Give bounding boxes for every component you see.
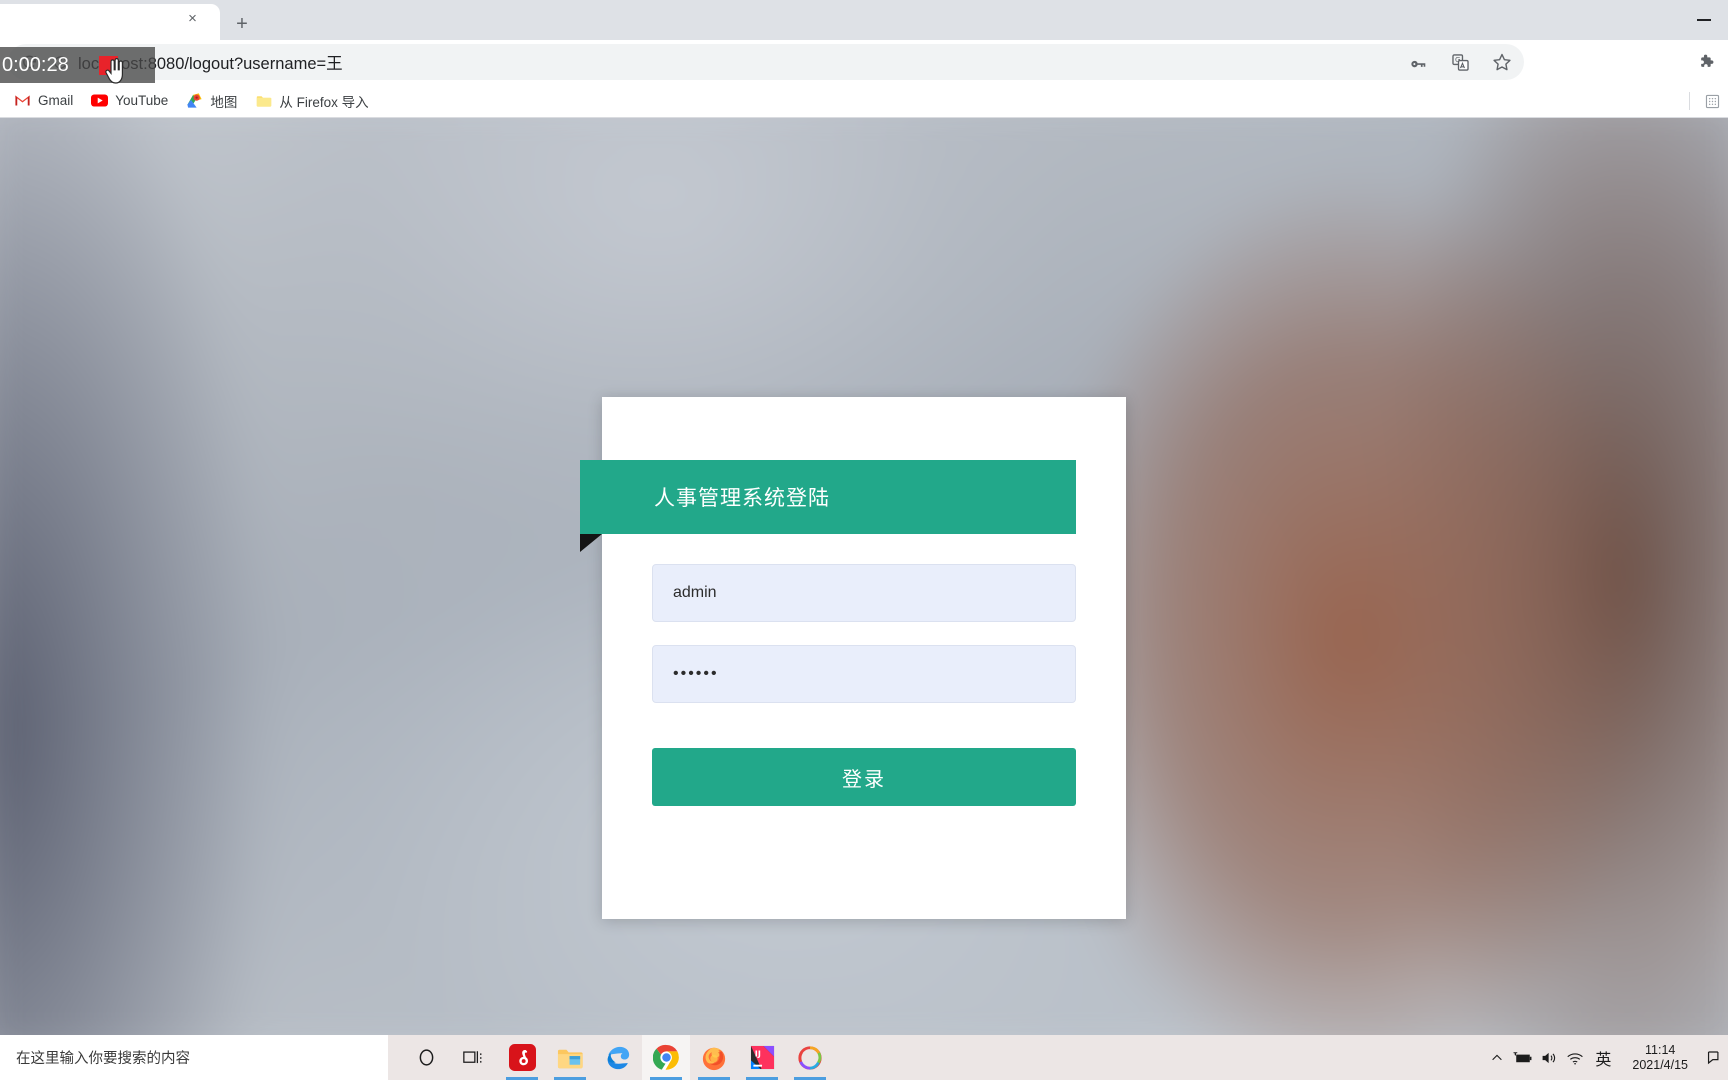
recording-timer: 0:00:28 [2, 53, 69, 76]
taskbar-app-buttons: IJ [402, 1035, 834, 1080]
reading-list-icon[interactable] [1700, 89, 1724, 113]
address-bar[interactable]: localhost:8080/logout?username=王 G [8, 44, 1524, 80]
omnibox-actions: G [1406, 44, 1514, 80]
folder-icon [255, 92, 272, 109]
clock-time: 11:14 [1645, 1042, 1676, 1057]
bookmark-label: Gmail [38, 93, 74, 108]
svg-text:IJ: IJ [754, 1049, 760, 1059]
bookmark-label: YouTube [115, 93, 169, 108]
youtube-icon [91, 92, 109, 109]
intellij-idea-icon[interactable]: IJ [738, 1035, 786, 1080]
windows-taskbar: 在这里输入你要搜索的内容 IJ 英 11:14 2021/4/15 [0, 1035, 1728, 1080]
login-submit-button[interactable]: 登录 [652, 748, 1076, 806]
firefox-icon[interactable] [690, 1035, 738, 1080]
taskbar-clock[interactable]: 11:14 2021/4/15 [1618, 1035, 1700, 1080]
volume-speaker-icon[interactable] [1536, 1035, 1562, 1080]
bookmarks-bar-right [1689, 84, 1724, 118]
browser-toolbar: localhost:8080/logout?username=王 G [0, 40, 1728, 84]
cortana-icon[interactable] [402, 1035, 450, 1080]
bookmarks-bar: Gmail YouTube 地图 从 Firefox 导入 [0, 84, 1728, 118]
netease-music-icon[interactable] [498, 1035, 546, 1080]
taskbar-search-box[interactable]: 在这里输入你要搜索的内容 [0, 1035, 388, 1080]
ime-language-indicator[interactable]: 英 [1588, 1035, 1618, 1080]
recording-stop-button[interactable] [99, 56, 118, 75]
login-title: 人事管理系统登陆 [654, 486, 830, 510]
tab-close-icon[interactable]: × [183, 9, 202, 28]
google-maps-icon [186, 92, 203, 109]
minimize-button[interactable] [1680, 0, 1728, 36]
bookmark-youtube[interactable]: YouTube [83, 88, 176, 114]
clock-date: 2021/4/15 [1632, 1057, 1688, 1072]
bookmark-gmail[interactable]: Gmail [6, 88, 81, 114]
bookmark-label: 地图 [210, 94, 238, 110]
ribbon-fold-shadow [580, 534, 602, 552]
screen-recorder-overlay: 0:00:28 [0, 47, 155, 83]
window-controls [1680, 0, 1728, 40]
notification-center-icon[interactable] [1700, 1035, 1728, 1080]
divider [1689, 92, 1690, 110]
task-view-icon[interactable] [450, 1035, 498, 1080]
bookmark-label: 从 Firefox 导入 [279, 94, 369, 110]
show-hidden-icons-chevron[interactable] [1484, 1035, 1510, 1080]
battery-charging-icon[interactable] [1510, 1035, 1536, 1080]
browser-window: × + localhost:8080/logout?username=王 G G… [0, 0, 1728, 1035]
page-viewport: 人事管理系统登陆 登录 [0, 118, 1728, 1035]
google-translate-icon[interactable]: G [1448, 50, 1472, 74]
wifi-icon[interactable] [1562, 1035, 1588, 1080]
microsoft-edge-icon[interactable] [594, 1035, 642, 1080]
extensions-puzzle-icon[interactable] [1694, 50, 1720, 76]
password-input[interactable] [652, 645, 1076, 703]
password-key-icon[interactable] [1406, 50, 1430, 74]
file-explorer-icon[interactable] [546, 1035, 594, 1080]
login-header-ribbon: 人事管理系统登陆 [580, 460, 1076, 552]
tab-strip: × + [0, 0, 1728, 40]
login-card: 人事管理系统登陆 登录 [580, 397, 1126, 919]
new-tab-icon[interactable]: + [228, 10, 256, 38]
bookmark-star-icon[interactable] [1490, 50, 1514, 74]
bookmark-import-from-firefox[interactable]: 从 Firefox 导入 [247, 88, 376, 114]
gmail-icon [14, 92, 31, 109]
system-tray: 英 11:14 2021/4/15 [1484, 1035, 1728, 1080]
search-placeholder-text: 在这里输入你要搜索的内容 [16, 1051, 190, 1067]
username-input[interactable] [652, 564, 1076, 622]
google-chrome-icon[interactable] [642, 1035, 690, 1080]
bookmark-maps[interactable]: 地图 [178, 88, 245, 114]
photos-icon[interactable] [786, 1035, 834, 1080]
